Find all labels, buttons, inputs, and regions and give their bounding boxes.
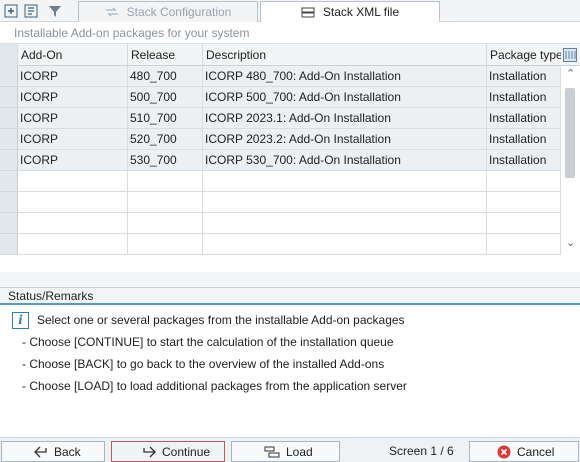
scrollbar-thumb[interactable]: [565, 88, 575, 178]
collapse-icon[interactable]: [22, 2, 40, 20]
cell-description: ICORP 2023.1: Add-On Installation: [203, 108, 487, 129]
addon-packages-table: Add-On Release Description Package type …: [0, 44, 580, 311]
load-button-label: Load: [286, 444, 313, 459]
column-header-description[interactable]: Description: [203, 44, 487, 66]
table-row[interactable]: ICORP 520_700 ICORP 2023.2: Add-On Insta…: [0, 129, 561, 150]
table-row-empty: [0, 234, 561, 255]
cell-empty: [487, 192, 561, 213]
cell-empty: [203, 171, 487, 192]
tab-label: Stack XML file: [322, 5, 400, 19]
column-header-package-type[interactable]: Package type: [487, 44, 561, 66]
status-hint-back: - Choose [BACK] to go back to the overvi…: [22, 357, 385, 371]
cell-addon: ICORP: [18, 66, 128, 87]
cell-package-type: Installation: [487, 66, 561, 87]
back-icon: [34, 446, 48, 458]
cell-package-type: Installation: [487, 108, 561, 129]
table-row[interactable]: ICORP 500_700 ICORP 500_700: Add-On Inst…: [0, 87, 561, 108]
cell-addon: ICORP: [18, 87, 128, 108]
cell-release: 530_700: [128, 150, 203, 171]
cell-release: 510_700: [128, 108, 203, 129]
status-message: Select one or several packages from the …: [37, 313, 405, 327]
cell-empty: [128, 171, 203, 192]
column-header-addon[interactable]: Add-On: [18, 44, 128, 66]
column-settings-icon[interactable]: [561, 46, 578, 63]
cell-empty: [487, 171, 561, 192]
table-row-empty: [0, 171, 561, 192]
cell-package-type: Installation: [487, 129, 561, 150]
row-selector[interactable]: [0, 66, 18, 87]
cell-empty: [18, 234, 128, 255]
cell-release: 480_700: [128, 66, 203, 87]
cell-description: ICORP 2023.2: Add-On Installation: [203, 129, 487, 150]
cell-empty: [18, 192, 128, 213]
row-selector[interactable]: [0, 108, 18, 129]
toolbar: Stack Configuration Stack XML file: [0, 0, 580, 22]
status-hint-load: - Choose [LOAD] to load additional packa…: [22, 379, 407, 393]
row-selector: [0, 234, 18, 255]
cell-empty: [128, 213, 203, 234]
cell-description: ICORP 530_700: Add-On Installation: [203, 150, 487, 171]
footer-bar: Back Continue Load Screen 1 / 6 Cancel: [0, 437, 580, 462]
row-selector[interactable]: [0, 150, 18, 171]
cell-empty: [203, 213, 487, 234]
table-row[interactable]: ICORP 530_700 ICORP 530_700: Add-On Inst…: [0, 150, 561, 171]
cell-addon: ICORP: [18, 129, 128, 150]
stack-xml-icon: [301, 6, 315, 18]
scroll-up-icon[interactable]: ⌃: [566, 67, 575, 80]
cell-empty: [128, 234, 203, 255]
cell-empty: [18, 213, 128, 234]
tab-label: Stack Configuration: [126, 5, 232, 19]
table-row[interactable]: ICORP 510_700 ICORP 2023.1: Add-On Insta…: [0, 108, 561, 129]
row-selector: [0, 192, 18, 213]
continue-icon: [142, 446, 156, 458]
status-hint-continue: - Choose [CONTINUE] to start the calcula…: [22, 335, 394, 349]
cancel-button-label: Cancel: [517, 444, 555, 459]
info-icon: i: [12, 312, 29, 329]
section-subtitle: Installable Add-on packages for your sys…: [0, 22, 580, 44]
back-button[interactable]: Back: [1, 441, 105, 462]
cell-description: ICORP 480_700: Add-On Installation: [203, 66, 487, 87]
continue-button-label: Continue: [162, 444, 211, 459]
tab-stack-configuration[interactable]: Stack Configuration: [78, 1, 258, 22]
status-panel: Status/Remarks i Select one or several p…: [0, 287, 580, 437]
column-header-release[interactable]: Release: [128, 44, 203, 66]
status-title: Status/Remarks: [0, 288, 580, 305]
table-row[interactable]: ICORP 480_700 ICORP 480_700: Add-On Inst…: [0, 66, 561, 87]
cell-empty: [487, 213, 561, 234]
cell-description: ICORP 500_700: Add-On Installation: [203, 87, 487, 108]
cell-release: 520_700: [128, 129, 203, 150]
continue-button[interactable]: Continue: [111, 441, 225, 462]
back-button-label: Back: [54, 444, 81, 459]
vertical-scrollbar[interactable]: ⌃ ⌄: [561, 66, 579, 256]
cell-empty: [128, 192, 203, 213]
cell-package-type: Installation: [487, 150, 561, 171]
row-selector[interactable]: [0, 129, 18, 150]
table-header: Add-On Release Description Package type: [0, 44, 580, 66]
load-icon: [264, 446, 280, 458]
screen-indicator: Screen 1 / 6: [389, 444, 454, 458]
stack-configuration-icon: [105, 7, 119, 17]
cancel-icon: [497, 445, 511, 459]
scroll-down-icon[interactable]: ⌄: [566, 236, 575, 249]
row-selector: [0, 171, 18, 192]
table-row-empty: [0, 213, 561, 234]
row-selector: [0, 213, 18, 234]
table-row-empty: [0, 192, 561, 213]
cell-empty: [203, 234, 487, 255]
cell-release: 500_700: [128, 87, 203, 108]
cell-empty: [18, 171, 128, 192]
select-all-cell[interactable]: [0, 44, 18, 66]
cell-empty: [203, 192, 487, 213]
filter-icon[interactable]: [46, 2, 64, 20]
cell-package-type: Installation: [487, 87, 561, 108]
cell-addon: ICORP: [18, 108, 128, 129]
cell-addon: ICORP: [18, 150, 128, 171]
cancel-button[interactable]: Cancel: [469, 441, 579, 462]
load-button[interactable]: Load: [231, 441, 340, 462]
row-selector[interactable]: [0, 87, 18, 108]
cell-empty: [487, 234, 561, 255]
tab-stack-xml-file[interactable]: Stack XML file: [260, 1, 440, 22]
expand-icon[interactable]: [2, 2, 20, 20]
